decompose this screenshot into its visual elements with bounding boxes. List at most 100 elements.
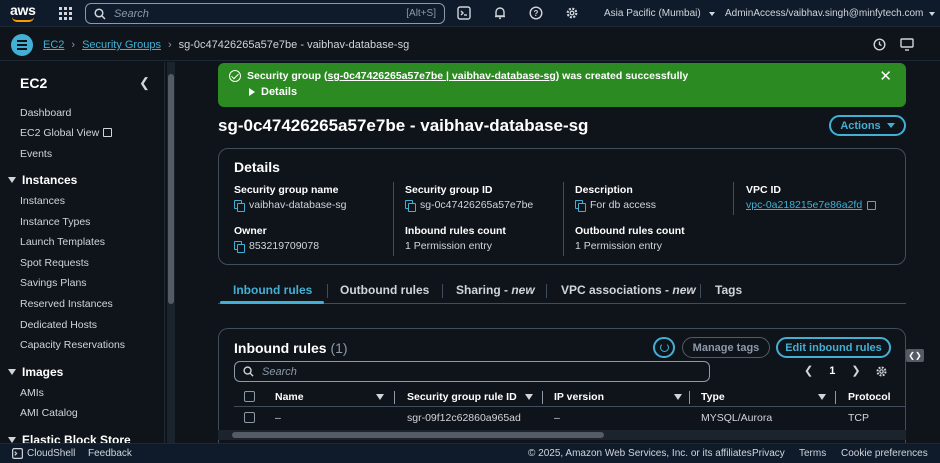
column-header-ip-version[interactable]: IP version	[554, 391, 604, 403]
column-divider[interactable]	[542, 391, 543, 404]
tab-divider	[546, 284, 547, 298]
menu-icon[interactable]	[11, 34, 33, 56]
gear-icon[interactable]	[565, 6, 579, 20]
sort-icon[interactable]	[674, 394, 682, 400]
search-placeholder: Search	[114, 7, 149, 20]
tab-tags[interactable]: Tags	[715, 283, 742, 297]
sidebar-item-events[interactable]: Events	[20, 148, 52, 160]
tab-sharing[interactable]: Sharing - new	[456, 283, 535, 297]
bell-icon[interactable]	[493, 6, 507, 20]
breadcrumb-current: sg-0c47426265a57e7be - vaibhav-database-…	[178, 39, 410, 51]
caret-down-icon	[8, 369, 16, 375]
tab-bar: Inbound rules Outbound rules Sharing - n…	[218, 277, 906, 304]
svg-text:?: ?	[534, 9, 539, 18]
chevron-down-icon	[708, 11, 715, 16]
sidebar-item-amis[interactable]: AMIs	[20, 387, 44, 399]
chevron-left-icon[interactable]: ❮	[804, 364, 813, 377]
footer-feedback[interactable]: Feedback	[88, 448, 132, 459]
column-header-name[interactable]: Name	[275, 391, 304, 403]
tab-active-indicator	[220, 301, 324, 304]
column-header-protocol[interactable]: Protocol	[848, 391, 891, 403]
actions-label: Actions	[840, 119, 881, 132]
expand-panel-icon[interactable]: ❮❯	[906, 349, 924, 362]
chevron-left-icon[interactable]: ❮	[139, 75, 150, 91]
sidebar-section-images[interactable]: Images	[8, 365, 63, 379]
copy-icon[interactable]	[405, 199, 416, 212]
copy-icon[interactable]	[234, 240, 245, 253]
footer-cookie-preferences[interactable]: Cookie preferences	[841, 448, 928, 459]
column-header-rule-id[interactable]: Security group rule ID	[407, 391, 517, 403]
sidebar-section-instances[interactable]: Instances	[8, 173, 77, 187]
footer-cloudshell[interactable]: CloudShell	[27, 448, 75, 459]
region-selector[interactable]: Asia Pacific (Mumbai)	[604, 8, 715, 19]
column-header-type[interactable]: Type	[701, 391, 725, 403]
tab-vpc-associations[interactable]: VPC associations - new	[561, 283, 696, 297]
footer: CloudShell Feedback © 2025, Amazon Web S…	[0, 443, 940, 463]
sidebar-item-spot-requests[interactable]: Spot Requests	[20, 257, 89, 269]
table-horizontal-scrollbar[interactable]	[218, 430, 906, 440]
sidebar-item-global-view[interactable]: EC2 Global View	[20, 127, 113, 139]
banner-details-toggle[interactable]: Details	[249, 86, 297, 98]
table-header: Name Security group rule ID IP version T…	[234, 387, 905, 407]
sort-icon[interactable]	[818, 394, 826, 400]
chevron-right-icon[interactable]: ❯	[851, 364, 860, 377]
inbound-rules-panel: Inbound rules (1) Manage tags Edit inbou…	[218, 328, 906, 443]
sidebar-item-reserved-instances[interactable]: Reserved Instances	[20, 298, 113, 310]
sidebar-item-ami-catalog[interactable]: AMI Catalog	[20, 407, 78, 419]
scrollbar-thumb[interactable]	[168, 74, 174, 304]
sidebar-item-instances[interactable]: Instances	[20, 195, 65, 207]
account-menu[interactable]: AdminAccess/vaibhav.singh@minfytech.com	[725, 8, 936, 19]
sidebar-item-instance-types[interactable]: Instance Types	[20, 216, 90, 228]
feedback-screen-icon[interactable]	[900, 38, 914, 51]
tab-outbound-rules[interactable]: Outbound rules	[340, 283, 429, 297]
tab-divider	[700, 284, 701, 298]
rules-search-input[interactable]: Search	[234, 361, 710, 382]
services-grid-icon[interactable]	[59, 7, 72, 20]
footer-terms[interactable]: Terms	[799, 448, 826, 459]
vpc-link[interactable]: vpc-0a218215e7e86a2fd	[746, 199, 862, 211]
tab-inbound-rules[interactable]: Inbound rules	[233, 283, 312, 297]
copy-icon[interactable]	[575, 199, 586, 212]
breadcrumb-ec2[interactable]: EC2	[43, 39, 64, 51]
sidebar-item-dashboard[interactable]: Dashboard	[20, 107, 71, 119]
tab-label: Outbound rules	[340, 283, 430, 297]
sidebar-item-capacity-reservations[interactable]: Capacity Reservations	[20, 339, 125, 351]
global-search-input[interactable]: Search [Alt+S]	[85, 3, 445, 24]
sidebar-scrollbar[interactable]	[167, 62, 175, 443]
column-divider[interactable]	[689, 391, 690, 404]
close-icon[interactable]: ✕	[879, 67, 892, 85]
refresh-button[interactable]	[653, 337, 675, 358]
tab-new-label: new	[672, 283, 696, 297]
sort-icon[interactable]	[376, 394, 384, 400]
detail-description: Description For db access	[575, 184, 656, 212]
select-all-checkbox[interactable]	[244, 391, 255, 402]
sort-icon[interactable]	[525, 394, 533, 400]
copy-icon[interactable]	[234, 199, 245, 212]
banner-suffix: ) was created successfully	[555, 70, 689, 82]
sidebar-item-savings-plans[interactable]: Savings Plans	[20, 277, 87, 289]
detail-value: 1 Permission entry	[575, 240, 662, 252]
manage-tags-button[interactable]: Manage tags	[682, 337, 770, 358]
account-label: AdminAccess/vaibhav.singh@minfytech.com	[725, 8, 924, 19]
footer-privacy[interactable]: Privacy	[752, 448, 785, 459]
sidebar-item-dedicated-hosts[interactable]: Dedicated Hosts	[20, 319, 97, 331]
tab-divider	[327, 284, 328, 298]
row-checkbox[interactable]	[244, 412, 255, 423]
cloudshell-icon[interactable]	[457, 6, 471, 20]
gear-icon[interactable]	[875, 365, 888, 378]
banner-sg-link[interactable]: sg-0c47426265a57e7be | vaibhav-database-…	[328, 70, 556, 82]
edit-inbound-rules-button[interactable]: Edit inbound rules	[776, 337, 891, 358]
column-divider[interactable]	[835, 391, 836, 404]
page-number[interactable]: 1	[829, 365, 835, 377]
table-row[interactable]: – sgr-09f12c62860a965ad – MYSQL/Aurora T…	[234, 409, 905, 429]
actions-button[interactable]: Actions	[829, 115, 906, 136]
sidebar-item-launch-templates[interactable]: Launch Templates	[20, 236, 105, 248]
aws-logo[interactable]: aws	[10, 3, 40, 23]
clock-icon[interactable]	[873, 38, 886, 51]
breadcrumb-security-groups[interactable]: Security Groups	[82, 39, 161, 51]
detail-value: 853219709078	[249, 240, 320, 252]
scrollbar-thumb[interactable]	[232, 432, 604, 438]
column-divider[interactable]	[394, 391, 395, 404]
help-icon[interactable]: ?	[529, 6, 543, 20]
search-shortcut: [Alt+S]	[406, 8, 436, 19]
